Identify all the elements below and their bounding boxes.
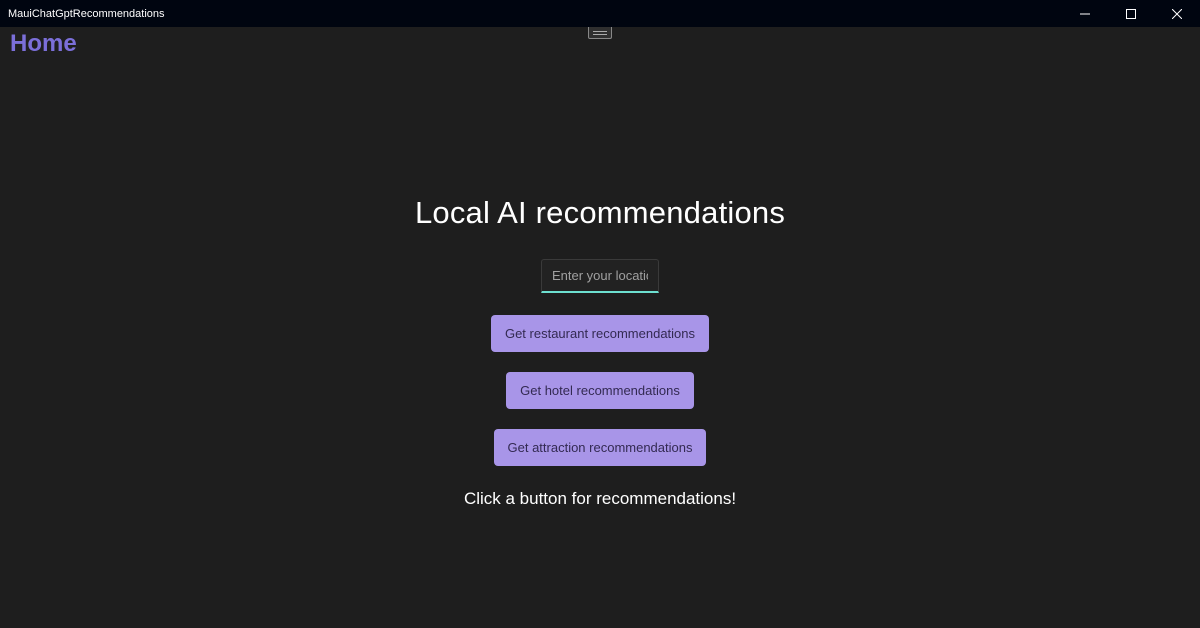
action-button-group: Get restaurant recommendations Get hotel… [491, 315, 709, 466]
window-title: MauiChatGptRecommendations [8, 8, 165, 20]
get-hotel-button[interactable]: Get hotel recommendations [506, 372, 694, 409]
get-attraction-button[interactable]: Get attraction recommendations [494, 429, 707, 466]
window-controls [1062, 0, 1200, 27]
location-input[interactable] [541, 259, 659, 293]
close-icon [1172, 9, 1182, 19]
minimize-button[interactable] [1062, 0, 1108, 27]
window-titlebar: MauiChatGptRecommendations [0, 0, 1200, 27]
get-restaurant-button[interactable]: Get restaurant recommendations [491, 315, 709, 352]
app-header: Home [0, 27, 1200, 61]
page-title: Home [10, 30, 77, 58]
hint-text: Click a button for recommendations! [464, 489, 736, 509]
maximize-button[interactable] [1108, 0, 1154, 27]
main-content: Local AI recommendations Get restaurant … [0, 61, 1200, 628]
minimize-icon [1080, 9, 1090, 19]
maximize-icon [1126, 9, 1136, 19]
close-button[interactable] [1154, 0, 1200, 27]
main-heading: Local AI recommendations [415, 195, 785, 231]
